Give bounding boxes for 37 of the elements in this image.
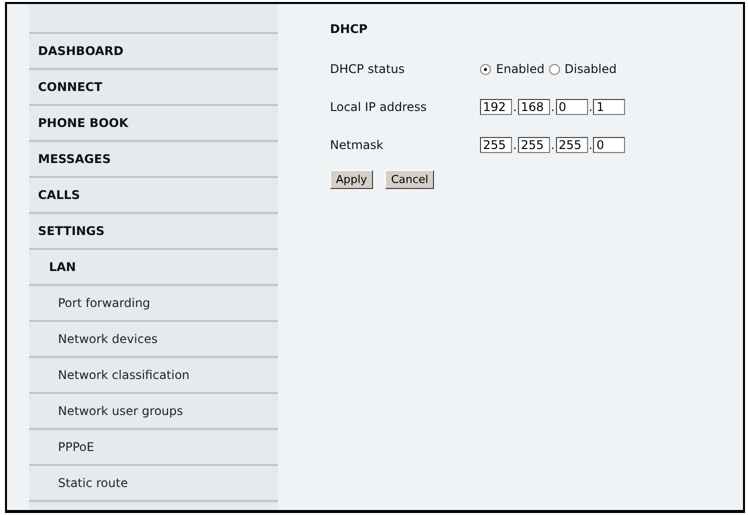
sidebar-item[interactable]: Network user groups	[29, 394, 278, 430]
separator-dot: .	[512, 100, 518, 114]
input-field[interactable]: 192	[480, 99, 512, 115]
field-label: Netmask	[330, 138, 384, 152]
sidebar-item[interactable]: PHONE BOOK	[29, 106, 278, 142]
sidebar-item[interactable]: Port forwarding	[29, 286, 278, 322]
sidebar-item[interactable]: DASHBOARD	[29, 34, 278, 70]
action-button[interactable]: Cancel	[385, 170, 434, 189]
input-field[interactable]: 255	[518, 137, 550, 153]
separator-dot: .	[588, 100, 594, 114]
input-field[interactable]: 0	[593, 137, 626, 153]
sidebar-item[interactable]: MESSAGES	[29, 142, 278, 178]
sidebar-item[interactable]: CALLS	[29, 178, 278, 214]
input-field[interactable]: 168	[518, 99, 550, 115]
input-field[interactable]: 0	[556, 99, 588, 115]
field-label: Local IP address	[330, 100, 428, 114]
sidebar-item[interactable]: Network classification	[29, 358, 278, 394]
field-label: DHCP status	[330, 62, 406, 76]
option-label[interactable]: Enabled	[496, 62, 544, 76]
radio-button[interactable]	[548, 64, 560, 74]
radio-button[interactable]	[480, 64, 491, 74]
sidebar-item[interactable]: CONNECT	[29, 70, 278, 106]
sidebar-item[interactable]: PPPoE	[29, 430, 278, 466]
sidebar-item[interactable]: Static route	[29, 466, 278, 502]
section-heading: DHCP	[330, 22, 369, 36]
option-label[interactable]: Disabled	[564, 62, 617, 76]
input-field[interactable]: 1	[593, 99, 626, 115]
sidebar-item[interactable]: SETTINGS	[29, 214, 278, 250]
action-button[interactable]: Apply	[330, 170, 374, 189]
input-field[interactable]: 255	[556, 137, 588, 153]
separator-dot: .	[588, 138, 594, 152]
separator-dot: .	[512, 138, 518, 152]
separator-dot: .	[550, 138, 556, 152]
sidebar-item[interactable]: LAN	[29, 250, 278, 286]
sidebar-item[interactable]: Network devices	[29, 322, 278, 358]
input-field[interactable]: 255	[480, 137, 512, 153]
separator-dot: .	[550, 100, 556, 114]
